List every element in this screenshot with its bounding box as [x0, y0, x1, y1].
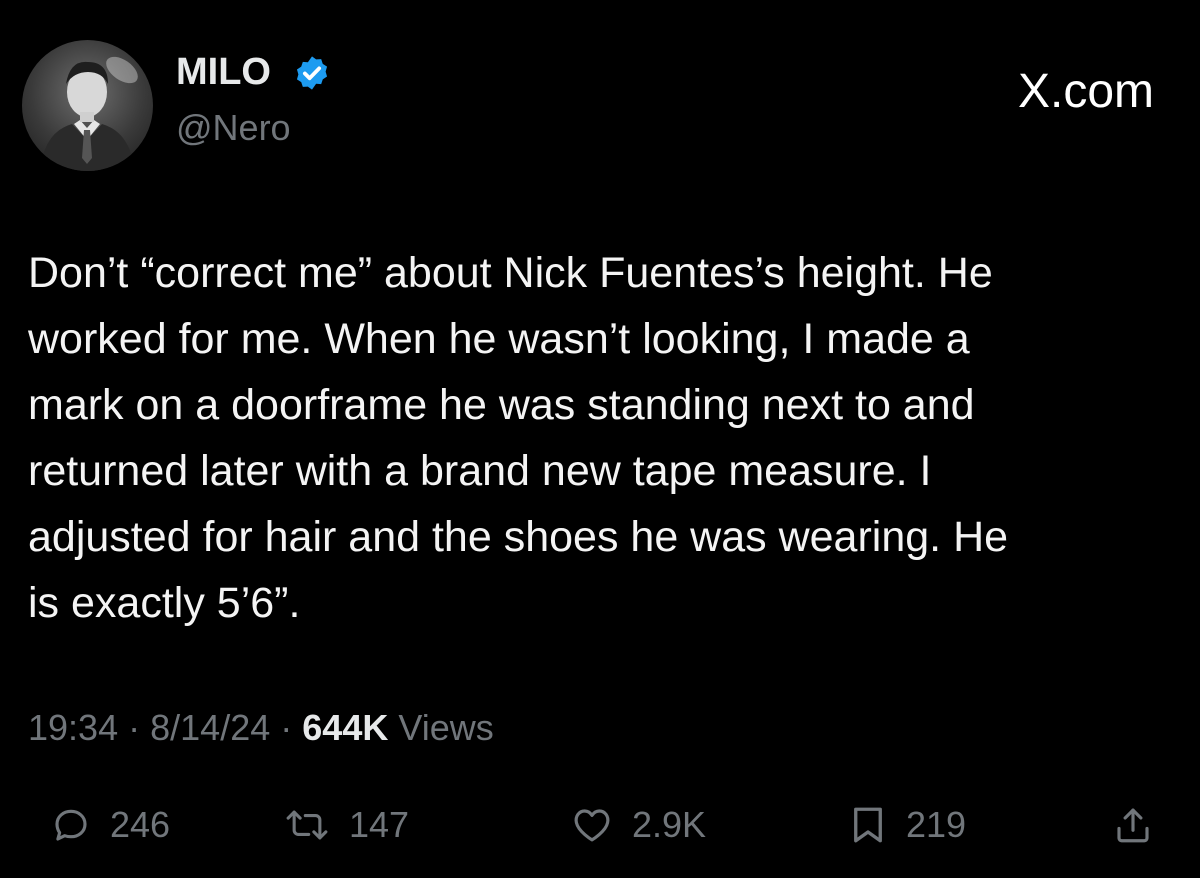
author-handle[interactable]: @Nero: [176, 106, 291, 150]
share-icon: [1117, 808, 1149, 843]
tweet-date[interactable]: 8/14/24: [150, 707, 270, 748]
tweet-card: MILO @Nero X.com Don’t “correct me” abou…: [0, 0, 1200, 878]
tweet-time[interactable]: 19:34: [28, 707, 118, 748]
brand-logo: X.com: [1017, 65, 1154, 118]
action-bar: 246 147 2.9K 219: [0, 790, 1200, 860]
bookmark-icon: [854, 807, 882, 843]
repost-icon: [286, 810, 328, 840]
like-count: 2.9K: [632, 804, 707, 845]
meta-separator: ·: [280, 707, 293, 748]
like-button[interactable]: 2.9K: [570, 790, 706, 860]
reply-icon: [55, 809, 87, 841]
repost-count: 147: [349, 804, 410, 845]
share-button[interactable]: [1112, 790, 1154, 860]
bookmark-count: 219: [906, 804, 967, 845]
avatar[interactable]: [22, 40, 153, 171]
repost-button[interactable]: 147: [283, 790, 409, 860]
meta-separator: ·: [128, 707, 141, 748]
verified-badge-icon: [296, 56, 328, 90]
views-label: Views: [398, 707, 494, 748]
tweet-meta: 19:34 · 8/14/24 · 644K Views: [28, 705, 494, 751]
heart-icon: [574, 809, 610, 842]
author-display-name[interactable]: MILO: [176, 50, 271, 94]
bookmark-button[interactable]: 219: [848, 790, 966, 860]
views-count[interactable]: 644K: [302, 707, 388, 748]
reply-count: 246: [110, 804, 171, 845]
tweet-text: Don’t “correct me” about Nick Fuentes’s …: [28, 249, 1009, 627]
avatar-image: [40, 56, 138, 171]
reply-button[interactable]: 246: [50, 790, 170, 860]
